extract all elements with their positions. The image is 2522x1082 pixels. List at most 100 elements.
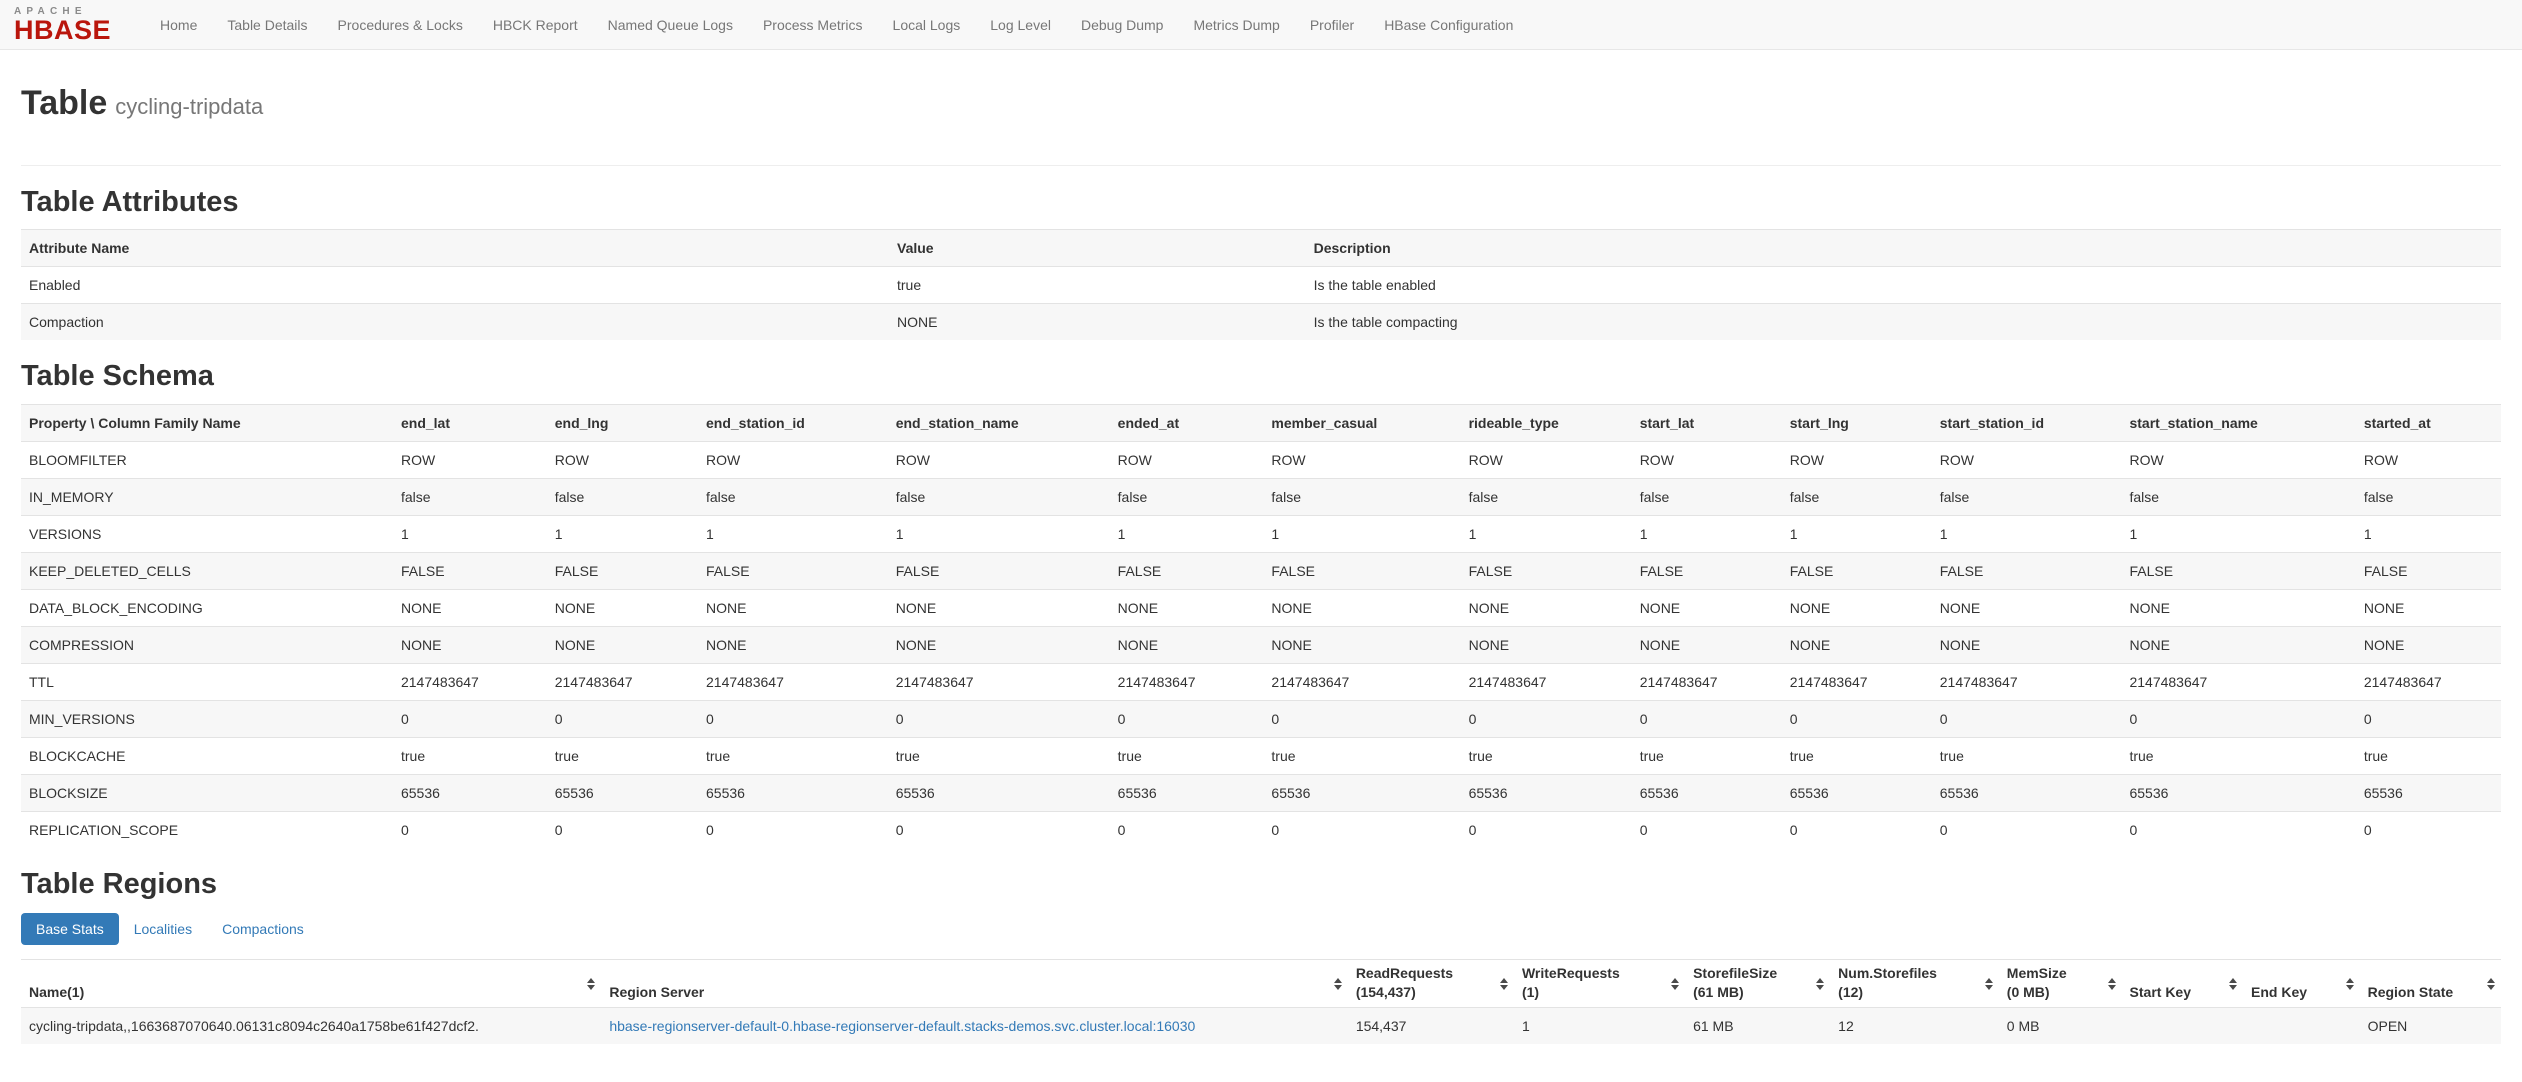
- regions-col-memsize[interactable]: MemSize (0 MB): [1998, 959, 2122, 1009]
- schema-property-value: NONE: [1931, 588, 2122, 627]
- schema-property-value: ROW: [2121, 440, 2356, 479]
- regions-col-label: (0 MB): [2006, 984, 2050, 1001]
- schema-property-value: 0: [1109, 699, 1264, 738]
- nav-link-process-metrics[interactable]: Process Metrics: [748, 0, 878, 49]
- schema-property-value: 1: [887, 514, 1110, 553]
- schema-property-value: 65536: [1781, 773, 1932, 812]
- schema-family-start-lat: start_lat: [1631, 403, 1782, 442]
- table-regions-section: Table Regions Base Stats Localities Compac…: [21, 868, 2501, 1045]
- nav-link-local-logs[interactable]: Local Logs: [878, 0, 976, 49]
- schema-property-value: FALSE: [2121, 551, 2356, 590]
- schema-property-value: 0: [887, 699, 1110, 738]
- schema-property-value: true: [392, 736, 547, 775]
- schema-property-value: true: [1781, 736, 1932, 775]
- sort-icon[interactable]: [587, 978, 595, 990]
- schema-property-name: BLOOMFILTER: [21, 440, 393, 479]
- nav-item-procedures-locks: Procedures & Locks: [323, 0, 478, 49]
- schema-property-value: 65536: [2121, 773, 2356, 812]
- sort-icon[interactable]: [2487, 978, 2495, 990]
- sort-icon[interactable]: [1985, 978, 1993, 990]
- schema-family-started-at: started_at: [2355, 403, 2501, 442]
- regions-col-num-storefiles[interactable]: Num.Storefiles (12): [1830, 959, 1999, 1009]
- attributes-heading: Table Attributes: [21, 186, 239, 219]
- region-server-link[interactable]: hbase-regionserver-default-0.hbase-regio…: [609, 1018, 1195, 1034]
- schema-property-value: 2147483647: [887, 662, 1110, 701]
- attribute-row-enabled: Enabled true Is the table enabled: [21, 266, 2501, 304]
- nav-item-hbck-report: HBCK Report: [478, 0, 593, 49]
- schema-property-value: true: [1263, 736, 1461, 775]
- regions-col-label: StorefileSize: [1693, 965, 1778, 982]
- nav-link-home[interactable]: Home: [145, 0, 212, 49]
- sort-icon[interactable]: [1500, 978, 1508, 990]
- region-tab-link-base-stats[interactable]: Base Stats: [21, 913, 119, 946]
- schema-family-member-casual: member_casual: [1263, 403, 1461, 442]
- attribute-description: Is the table compacting: [1305, 303, 2501, 341]
- schema-property-value: ROW: [698, 440, 888, 479]
- schema-property-value: 0: [1263, 810, 1461, 848]
- regions-col-region-state[interactable]: Region State: [2359, 959, 2501, 1009]
- nav-link-table-details[interactable]: Table Details: [212, 0, 322, 49]
- regions-col-label: (154,437): [1355, 984, 1416, 1001]
- attribute-name: Compaction: [21, 303, 889, 341]
- nav-item-debug-dump: Debug Dump: [1066, 0, 1179, 49]
- nav-link-profiler[interactable]: Profiler: [1295, 0, 1369, 49]
- schema-property-value: 65536: [1631, 773, 1782, 812]
- region-tab-link-compactions[interactable]: Compactions: [207, 913, 319, 945]
- schema-property-value: 65536: [1931, 773, 2122, 812]
- schema-property-value: true: [1460, 736, 1632, 775]
- region-row: cycling-tripdata,,1663687070640.06131c80…: [21, 1007, 2501, 1045]
- schema-property-value: NONE: [1460, 625, 1632, 664]
- schema-property-value: false: [2121, 477, 2356, 516]
- schema-property-value: 0: [392, 810, 547, 848]
- sort-icon[interactable]: [2346, 978, 2354, 990]
- nav-link-procedures-locks[interactable]: Procedures & Locks: [323, 0, 478, 49]
- schema-property-value: 0: [1631, 699, 1782, 738]
- nav-link-named-queue-logs[interactable]: Named Queue Logs: [593, 0, 748, 49]
- nav-link-log-level[interactable]: Log Level: [975, 0, 1066, 49]
- schema-row-in-memory: IN_MEMORY false false false false false false f…: [21, 477, 2501, 516]
- regions-col-readrequests[interactable]: ReadRequests (154,437): [1347, 959, 1514, 1009]
- schema-property-value: 1: [2355, 514, 2501, 553]
- schema-property-value: 0: [546, 810, 698, 848]
- schema-property-value: false: [1631, 477, 1782, 516]
- schema-property-value: NONE: [1781, 625, 1932, 664]
- schema-table: Property \ Column Family Name end_lat end_…: [21, 403, 2501, 848]
- schema-property-value: 0: [2121, 699, 2356, 738]
- nav-link-hbck-report[interactable]: HBCK Report: [478, 0, 593, 49]
- sort-icon[interactable]: [1334, 978, 1342, 990]
- hbase-logo[interactable]: APACHE HBASE: [14, 0, 111, 49]
- schema-property-value: NONE: [392, 625, 547, 664]
- sort-icon[interactable]: [1816, 978, 1824, 990]
- schema-property-value: true: [887, 736, 1110, 775]
- schema-family-rideable-type: rideable_type: [1460, 403, 1632, 442]
- schema-property-value: true: [698, 736, 888, 775]
- regions-col-start-key[interactable]: Start Key: [2121, 959, 2244, 1009]
- sort-icon[interactable]: [2229, 978, 2237, 990]
- schema-property-value: 1: [1460, 514, 1632, 553]
- regions-col-storefilesize[interactable]: StorefileSize (61 MB): [1685, 959, 1831, 1009]
- schema-property-value: 2147483647: [1931, 662, 2122, 701]
- sort-icon[interactable]: [1671, 978, 1679, 990]
- regions-col-end-key[interactable]: End Key: [2243, 959, 2360, 1009]
- nav-link-hbase-configuration[interactable]: HBase Configuration: [1369, 0, 1528, 49]
- schema-property-value: 1: [1263, 514, 1461, 553]
- schema-property-value: true: [2121, 736, 2356, 775]
- regions-col-region-server[interactable]: Region Server: [601, 959, 1348, 1009]
- regions-col-name-1[interactable]: Name(1): [21, 959, 602, 1009]
- sort-icon[interactable]: [2108, 978, 2116, 990]
- region-tab-link-localities[interactable]: Localities: [119, 913, 207, 945]
- schema-property-value: 1: [698, 514, 888, 553]
- attribute-row-compaction: Compaction NONE Is the table compacting: [21, 303, 2501, 341]
- regions-col-writerequests[interactable]: WriteRequests (1): [1513, 959, 1686, 1009]
- schema-property-value: FALSE: [1781, 551, 1932, 590]
- nav-link-debug-dump[interactable]: Debug Dump: [1066, 0, 1179, 49]
- schema-property-value: false: [546, 477, 698, 516]
- schema-property-value: ROW: [887, 440, 1110, 479]
- schema-property-value: false: [1781, 477, 1932, 516]
- nav-menu: Home Table Details Procedures & Locks HBCK …: [145, 0, 1528, 49]
- schema-property-value: 0: [698, 810, 888, 848]
- region-write-requests: 1: [1521, 1018, 1530, 1035]
- table-attributes-section: Table Attributes Attribute Name Value Desc…: [21, 186, 2501, 341]
- nav-link-metrics-dump[interactable]: Metrics Dump: [1178, 0, 1294, 49]
- schema-property-value: ROW: [1460, 440, 1632, 479]
